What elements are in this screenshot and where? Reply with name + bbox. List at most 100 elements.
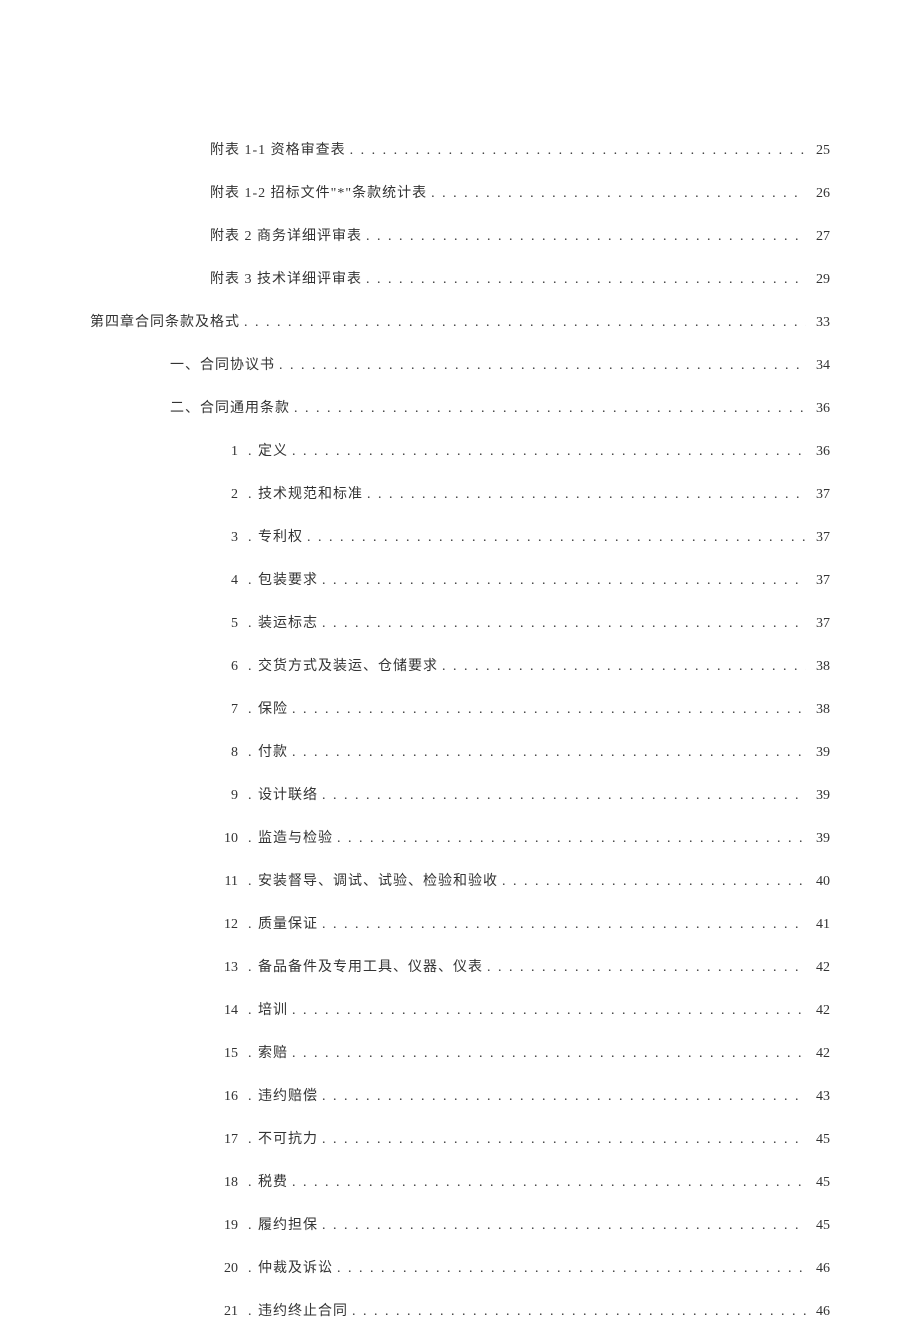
toc-entry-number: 8: [210, 742, 238, 763]
toc-entry-separator: .: [238, 871, 258, 892]
toc-entry: 7.保险38: [90, 699, 830, 720]
dot-leader: [337, 1258, 806, 1279]
toc-entry-page: 36: [810, 398, 830, 419]
toc-entry-page: 38: [810, 656, 830, 677]
toc-entry-separator: .: [238, 957, 258, 978]
toc-entry-separator: .: [238, 441, 258, 462]
toc-entry: 6.交货方式及装运、仓储要求38: [90, 656, 830, 677]
toc-entry: 13.备品备件及专用工具、仪器、仪表42: [90, 957, 830, 978]
toc-entry-number: 17: [210, 1129, 238, 1150]
toc-entry-separator: .: [238, 613, 258, 634]
toc-entry: 附表 2 商务详细评审表27: [90, 226, 830, 247]
toc-entry-number: 12: [210, 914, 238, 935]
toc-entry-page: 42: [810, 1000, 830, 1021]
toc-entry-number: 19: [210, 1215, 238, 1236]
toc-entry-number: 1: [210, 441, 238, 462]
toc-entry-label: 监造与检验: [258, 828, 333, 849]
toc-entry: 3.专利权37: [90, 527, 830, 548]
toc-entry-page: 40: [810, 871, 830, 892]
toc-entry-number: 20: [210, 1258, 238, 1279]
toc-entry-number: 4: [210, 570, 238, 591]
toc-entry: 11.安装督导、调试、试验、检验和验收 40: [90, 871, 830, 892]
toc-entry-separator: .: [238, 1129, 258, 1150]
dot-leader: [292, 699, 806, 720]
toc-entry-number: 2: [210, 484, 238, 505]
toc-entry-label: 质量保证: [258, 914, 318, 935]
toc-entry-label: 二、合同通用条款: [170, 398, 290, 419]
dot-leader: [337, 828, 806, 849]
toc-entry: 二、合同通用条款 36: [90, 398, 830, 419]
toc-entry-separator: .: [238, 1043, 258, 1064]
toc-entry-number: 7: [210, 699, 238, 720]
dot-leader: [294, 398, 806, 419]
toc-entry-separator: .: [238, 1258, 258, 1279]
dot-leader: [366, 269, 806, 290]
dot-leader: [322, 914, 806, 935]
dot-leader: [292, 441, 806, 462]
dot-leader: [367, 484, 806, 505]
toc-entry-number: 10: [210, 828, 238, 849]
toc-entry-separator: .: [238, 1172, 258, 1193]
toc-entry-label: 索赔: [258, 1043, 288, 1064]
toc-entry-number: 15: [210, 1043, 238, 1064]
toc-entry: 4.包装要求37: [90, 570, 830, 591]
toc-entry-page: 27: [810, 226, 830, 247]
toc-entry-page: 45: [810, 1172, 830, 1193]
toc-entry-page: 37: [810, 484, 830, 505]
toc-entry-page: 29: [810, 269, 830, 290]
toc-entry-number: 14: [210, 1000, 238, 1021]
dot-leader: [292, 1000, 806, 1021]
toc-entry-separator: .: [238, 742, 258, 763]
toc-entry-separator: .: [238, 656, 258, 677]
toc-entry: 8. 付款 39: [90, 742, 830, 763]
toc-entry-page: 39: [810, 828, 830, 849]
dot-leader: [322, 1086, 806, 1107]
dot-leader: [350, 140, 806, 161]
dot-leader: [292, 1043, 806, 1064]
toc-entry-separator: .: [238, 1215, 258, 1236]
toc-entry-page: 38: [810, 699, 830, 720]
toc-entry-label: 定义: [258, 441, 288, 462]
toc-entry: 第四章合同条款及格式33: [90, 312, 830, 333]
dot-leader: [244, 312, 806, 333]
toc-entry-page: 37: [810, 613, 830, 634]
toc-entry-label: 违约赔偿: [258, 1086, 318, 1107]
toc-entry-label: 技术规范和标准: [258, 484, 363, 505]
dot-leader: [307, 527, 806, 548]
toc-entry-page: 39: [810, 742, 830, 763]
toc-entry: 18. 税费45: [90, 1172, 830, 1193]
dot-leader: [366, 226, 806, 247]
dot-leader: [292, 1172, 806, 1193]
toc-entry-number: 21: [210, 1301, 238, 1322]
toc-entry-separator: .: [238, 527, 258, 548]
toc-entry-label: 付款: [258, 742, 288, 763]
toc-entry-page: 37: [810, 527, 830, 548]
toc-entry-page: 37: [810, 570, 830, 591]
toc-entry-page: 46: [810, 1258, 830, 1279]
toc-entry-page: 36: [810, 441, 830, 462]
dot-leader: [487, 957, 806, 978]
toc-entry: 19.履约担保45: [90, 1215, 830, 1236]
toc-entry: 20.仲裁及诉讼 46: [90, 1258, 830, 1279]
toc-entry-label: 一、合同协议书: [170, 355, 275, 376]
toc-entry-separator: .: [238, 828, 258, 849]
table-of-contents: 附表 1-1 资格审查表25附表 1-2 招标文件"*"条款统计表26附表 2 …: [90, 140, 830, 1322]
toc-entry-number: 18: [210, 1172, 238, 1193]
toc-entry-number: 9: [210, 785, 238, 806]
dot-leader: [322, 785, 806, 806]
toc-entry-separator: .: [238, 785, 258, 806]
toc-entry-label: 仲裁及诉讼: [258, 1258, 333, 1279]
toc-entry-number: 13: [210, 957, 238, 978]
toc-entry: 一、合同协议书34: [90, 355, 830, 376]
toc-entry: 16.违约赔偿43: [90, 1086, 830, 1107]
toc-entry-label: 第四章合同条款及格式: [90, 312, 240, 333]
toc-entry-separator: .: [238, 1086, 258, 1107]
toc-entry: 17.不可抗力45: [90, 1129, 830, 1150]
toc-entry-number: 11: [210, 871, 238, 892]
toc-entry-label: 履约担保: [258, 1215, 318, 1236]
toc-entry: 21.违约终止合同46: [90, 1301, 830, 1322]
toc-entry: 10.监造与检验 39: [90, 828, 830, 849]
dot-leader: [502, 871, 806, 892]
toc-entry-number: 3: [210, 527, 238, 548]
toc-entry-label: 安装督导、调试、试验、检验和验收: [258, 871, 498, 892]
